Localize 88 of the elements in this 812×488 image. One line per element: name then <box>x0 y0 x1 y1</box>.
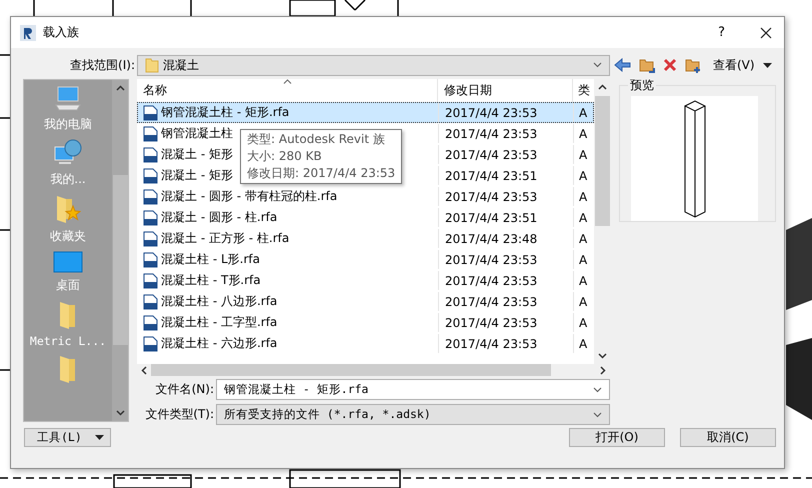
type-cell: A <box>573 229 593 248</box>
delete-icon[interactable] <box>663 58 677 72</box>
file-name[interactable]: 混凝土柱 - L形.rfa <box>161 251 260 268</box>
date-cell: 2017/4/4 23:53 <box>438 103 573 122</box>
type-cell: A <box>573 124 593 143</box>
sort-caret-icon <box>283 79 292 84</box>
file-name[interactable]: 混凝土 - 正方形 - 柱.rfa <box>161 230 290 247</box>
family-file-icon <box>143 230 158 246</box>
file-name[interactable]: 混凝土 - 圆形 - 带有柱冠的柱.rfa <box>161 188 338 205</box>
file-name[interactable]: 混凝土 - 圆形 - 柱.rfa <box>161 209 278 226</box>
scroll-right-icon[interactable] <box>600 366 606 374</box>
file-name[interactable]: 混凝土柱 - 六边形.rfa <box>161 335 278 352</box>
family-file-icon <box>143 294 158 310</box>
folder-up-icon[interactable] <box>639 58 655 72</box>
date-cell: 2017/4/4 23:53 <box>438 313 573 332</box>
type-cell: A <box>573 208 593 227</box>
help-button[interactable]: ? <box>718 25 725 40</box>
column-header[interactable]: 名称 <box>137 79 437 102</box>
selected-file-row[interactable]: 钢管混凝土柱 - 矩形.rfa 2017/4/4 23:53 A <box>137 102 594 123</box>
tooltip-line: 大小: 280 KB <box>247 148 323 165</box>
file-type-label: 文件类型(T): <box>144 406 215 423</box>
type-cell: A <box>573 103 593 122</box>
scroll-down-icon[interactable] <box>598 353 606 359</box>
open-button[interactable]: 打开(O) <box>569 428 665 447</box>
tooltip-line: 类型: Autodesk Revit 族 <box>247 131 386 148</box>
date-cell: 2017/4/4 23:53 <box>438 271 573 290</box>
file-name[interactable]: 混凝土柱 - T形.rfa <box>161 272 261 289</box>
file-name-field[interactable]: 钢管混凝土柱 - 矩形.rfa <box>216 379 610 400</box>
file-type-dropdown[interactable]: 所有受支持的文件 (*.rfa, *.adsk) <box>216 404 610 425</box>
look-in-label: 查找范围(I): <box>70 56 135 74</box>
look-in-dropdown[interactable]: 混凝土 <box>137 54 610 76</box>
cad-rectangle-drawing <box>289 0 336 17</box>
window-title: 载入族 <box>43 24 79 41</box>
file-name[interactable]: 钢管混凝土柱 <box>161 125 233 142</box>
file-name-label: 文件名(N): <box>154 381 215 398</box>
date-cell: 2017/4/4 23:48 <box>438 229 573 248</box>
scroll-left-icon[interactable] <box>141 366 147 374</box>
back-arrow-icon[interactable] <box>614 58 631 72</box>
type-cell: A <box>573 250 593 269</box>
family-file-icon <box>143 314 158 330</box>
family-file-icon <box>143 252 158 268</box>
folder-icon <box>145 57 159 73</box>
globe-monitor-icon[interactable] <box>52 139 83 167</box>
view-menu-button[interactable]: 查看(V) <box>713 56 755 74</box>
cancel-button[interactable]: 取消(C) <box>680 428 776 447</box>
date-cell: 2017/4/4 23:53 <box>438 334 573 353</box>
date-cell: 2017/4/4 23:51 <box>438 208 573 227</box>
file-name[interactable]: 混凝土 - 矩形 <box>161 167 233 184</box>
type-cell: A <box>573 271 593 290</box>
chevron-down-icon <box>593 386 602 392</box>
chevron-down-icon <box>593 412 602 418</box>
file-name[interactable]: 混凝土柱 - 八边形.rfa <box>161 293 278 310</box>
date-cell: 2017/4/4 23:53 <box>438 124 573 143</box>
family-file-icon <box>143 336 158 352</box>
family-file-icon <box>143 168 158 184</box>
app-logo-icon <box>20 24 36 40</box>
type-cell: A <box>573 145 593 164</box>
family-file-icon <box>143 210 158 226</box>
family-file-icon <box>143 126 158 142</box>
caret-icon[interactable] <box>762 62 772 68</box>
date-cell: 2017/4/4 23:53 <box>438 250 573 269</box>
scroll-up-icon[interactable] <box>598 84 606 90</box>
file-name[interactable]: 混凝土 - 矩形 <box>161 146 233 163</box>
family-file-icon <box>143 188 158 204</box>
tooltip-line: 修改日期: 2017/4/4 23:53 <box>247 165 396 182</box>
date-cell: 2017/4/4 23:53 <box>438 145 573 164</box>
file-name[interactable]: 混凝土柱 - 工字型.rfa <box>161 314 278 331</box>
vertical-scrollbar[interactable] <box>112 80 128 421</box>
caret-icon <box>95 435 104 440</box>
new-folder-icon[interactable] <box>685 58 701 72</box>
scroll-up-icon[interactable] <box>116 85 124 91</box>
date-cell: 2017/4/4 23:51 <box>438 166 573 185</box>
scroll-down-icon[interactable] <box>116 410 124 416</box>
family-file-icon <box>143 146 158 162</box>
family-file-icon <box>143 104 158 120</box>
chevron-down-icon <box>593 62 602 68</box>
date-cell: 2017/4/4 23:53 <box>438 292 573 311</box>
type-cell: A <box>573 187 593 206</box>
type-cell: A <box>573 334 593 353</box>
close-icon[interactable] <box>760 26 772 38</box>
preview-label: 预览 <box>628 77 656 94</box>
type-cell: A <box>573 166 593 185</box>
file-name[interactable]: 钢管混凝土柱 - 矩形.rfa <box>161 104 290 121</box>
type-cell: A <box>573 313 593 332</box>
tools-button[interactable]: 工具(L) <box>24 428 111 447</box>
family-file-icon <box>143 272 158 288</box>
type-cell: A <box>573 292 593 311</box>
date-cell: 2017/4/4 23:53 <box>438 187 573 206</box>
